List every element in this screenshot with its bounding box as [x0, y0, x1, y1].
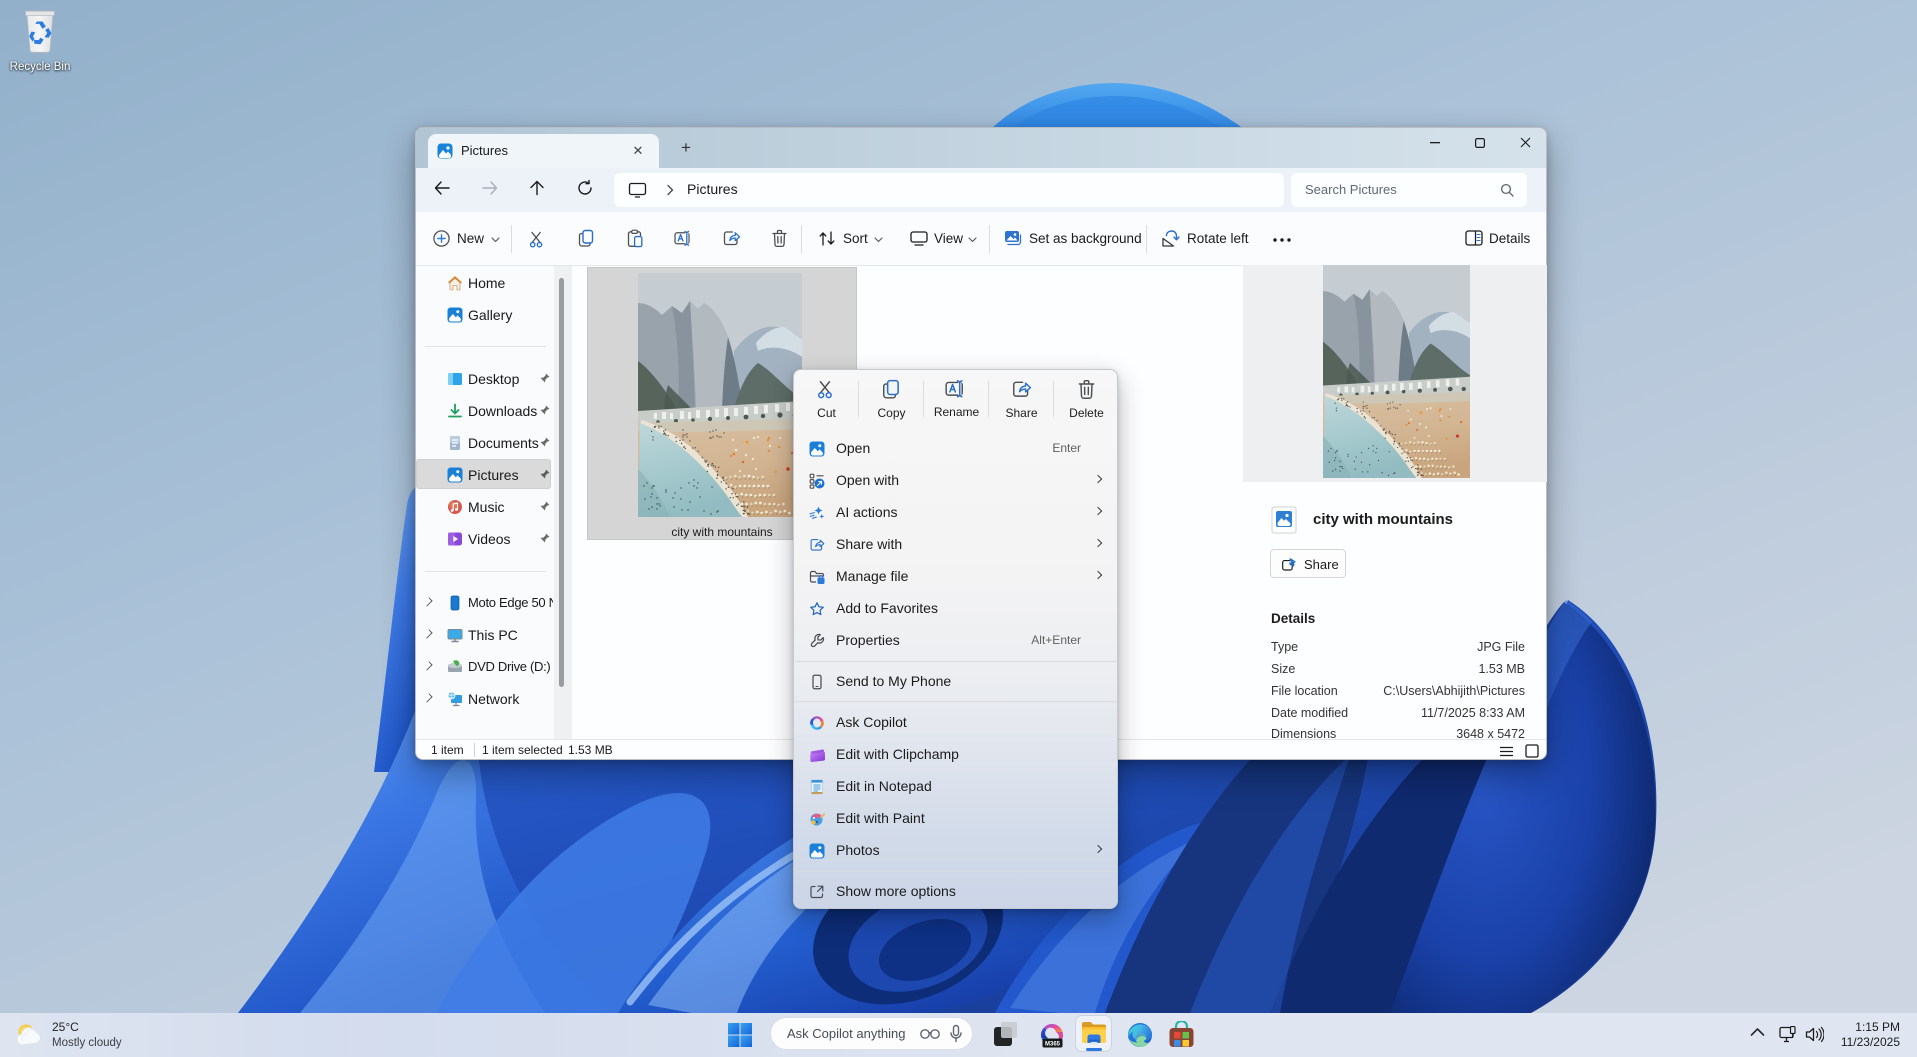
svg-text:M365: M365 — [1045, 1042, 1061, 1048]
